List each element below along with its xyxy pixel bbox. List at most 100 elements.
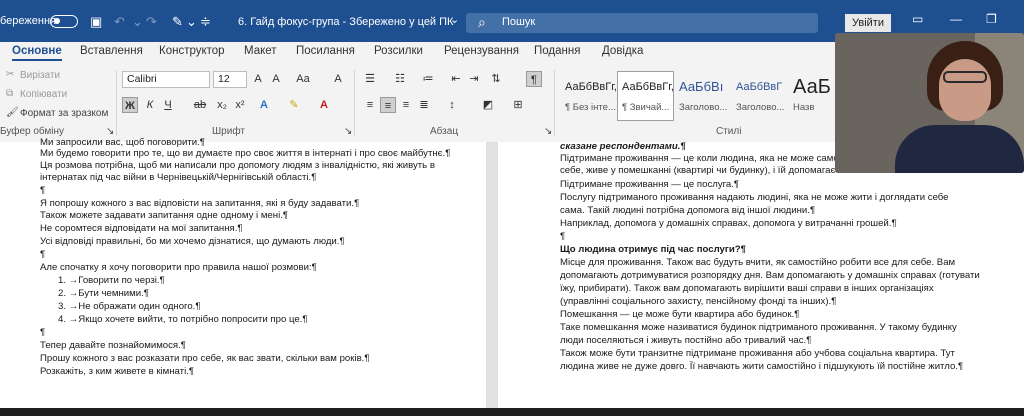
doc-line: сказане респондентами.¶ xyxy=(560,141,686,152)
shrink-font-icon[interactable]: A xyxy=(268,71,284,87)
bottom-strip xyxy=(0,408,1024,416)
style-heading-2[interactable]: АаБбВвГ Заголово... xyxy=(731,71,788,121)
sort-icon[interactable]: ⇅ xyxy=(488,71,504,87)
increase-indent-icon[interactable]: ⇥ xyxy=(466,71,482,87)
paragraph-group-label: Абзац xyxy=(430,126,459,137)
doc-line: Також можете задавати запитання одне одн… xyxy=(40,210,289,221)
decrease-indent-icon[interactable]: ⇤ xyxy=(448,71,464,87)
undo-dropdown-icon[interactable]: ⌄ xyxy=(132,14,143,30)
tab-review[interactable]: Рецензування xyxy=(444,45,519,57)
justify-icon[interactable]: ≣ xyxy=(416,97,432,113)
divider xyxy=(354,70,355,136)
font-family-select[interactable]: Calibri xyxy=(122,71,210,88)
doc-line: Не соромтеся відповідати на мої запитанн… xyxy=(40,223,243,234)
styles-group-label: Стилі xyxy=(716,126,742,137)
style-no-spacing[interactable]: АаБбВвГг, ¶ Без інте... xyxy=(560,71,617,121)
doc-line: Ця розмова потрібна, щоб ми написали про… xyxy=(40,160,435,171)
subscript-button[interactable]: x₂ xyxy=(214,97,230,113)
ribbon-display-icon[interactable]: ▭ xyxy=(912,12,923,26)
clear-formatting-icon[interactable]: A xyxy=(330,71,346,87)
tab-help[interactable]: Довідка xyxy=(602,45,643,57)
font-launcher-icon[interactable]: ↘ xyxy=(344,126,352,137)
sign-in-button[interactable]: Увійти xyxy=(845,14,891,32)
tab-mailings[interactable]: Розсилки xyxy=(374,45,423,57)
tab-view[interactable]: Подання xyxy=(534,45,580,57)
list-item: 1. →Говорити по черзі.¶ xyxy=(58,275,165,286)
clipboard-launcher-icon[interactable]: ↘ xyxy=(106,126,114,137)
show-marks-button[interactable]: ¶ xyxy=(526,71,542,87)
style-heading-1[interactable]: АаБбВı Заголово... xyxy=(674,71,731,121)
highlight-color-icon[interactable]: ✎ xyxy=(286,97,302,113)
doc-line: Наприклад, допомога у домашніх справах, … xyxy=(560,218,897,229)
autosave-toggle[interactable] xyxy=(50,15,78,28)
tab-references[interactable]: Посилання xyxy=(296,45,355,57)
shading-icon[interactable]: ◩ xyxy=(480,97,496,113)
minimize-icon[interactable]: — xyxy=(950,12,962,26)
cut-icon: ✂ xyxy=(6,69,15,80)
divider xyxy=(116,70,117,136)
format-painter-button[interactable]: Формат за зразком xyxy=(20,108,108,119)
grow-font-icon[interactable]: A xyxy=(250,71,266,87)
style-name: Назв xyxy=(793,102,815,113)
underline-button[interactable]: Ч xyxy=(160,97,176,113)
redo-icon[interactable]: ↷ xyxy=(146,14,157,30)
change-case-icon[interactable]: Aa xyxy=(292,71,314,87)
undo-icon[interactable]: ↶ xyxy=(114,14,125,30)
doc-line: Розкажіть, з ким живете в кімнаті.¶ xyxy=(40,366,195,377)
doc-line: сама. Такій людині потрібна допомога від… xyxy=(560,205,816,216)
cut-button[interactable]: Вирізати xyxy=(20,70,60,81)
style-title[interactable]: АаБ Назв xyxy=(788,71,836,121)
align-left-icon[interactable]: ≡ xyxy=(362,97,378,113)
doc-line: їжу, прибирати). Також вам допомагають в… xyxy=(560,283,934,294)
paragraph-launcher-icon[interactable]: ↘ xyxy=(544,126,552,137)
line-spacing-icon[interactable]: ↕ xyxy=(444,97,460,113)
bullets-icon[interactable]: ☰ xyxy=(362,71,378,87)
restore-icon[interactable]: ❐ xyxy=(986,12,997,26)
doc-line: Таке помешкання може називатися будинок … xyxy=(560,322,957,333)
doc-line: себе, живе у помешканні (квартирі чи буд… xyxy=(560,165,836,176)
multilevel-list-icon[interactable]: ≔ xyxy=(420,71,436,87)
format-painter-icon: 🖌 xyxy=(6,107,19,118)
webcam-overlay xyxy=(835,33,1024,173)
tab-layout[interactable]: Макет xyxy=(244,45,277,57)
doc-line: Усі відповіді правильні, бо ми хочемо ді… xyxy=(40,236,345,247)
align-right-icon[interactable]: ≡ xyxy=(398,97,414,113)
search-box[interactable]: ⌕ Пошук xyxy=(466,13,818,33)
align-center-icon[interactable]: ≡ xyxy=(380,97,396,113)
text-effects-icon[interactable]: A xyxy=(256,97,272,113)
style-sample: АаБ xyxy=(793,76,831,98)
style-normal[interactable]: АаБбВвГг, ¶ Звичай... xyxy=(617,71,674,121)
doc-line: Місце для проживання. Також вас будуть в… xyxy=(560,257,956,268)
doc-line: Також може бути транзитне підтримане про… xyxy=(560,348,955,359)
style-sample: АаБбВвГ xyxy=(736,81,783,93)
save-icon[interactable]: ▣ xyxy=(90,14,102,30)
borders-icon[interactable]: ⊞ xyxy=(510,97,526,113)
highlighter-icon[interactable]: ✎ xyxy=(172,14,183,30)
italic-button[interactable]: К xyxy=(142,97,158,113)
tab-home[interactable]: Основне xyxy=(12,45,62,61)
doc-line: Але спочатку я хочу поговорити про прави… xyxy=(40,262,317,273)
doc-line: (управлінні соціального захисту, пенсійн… xyxy=(560,296,837,307)
font-size-select[interactable]: 12 xyxy=(213,71,247,88)
document-page-right[interactable]: сказане респондентами.¶ Підтримане прожи… xyxy=(498,141,1024,408)
doc-line: ¶ xyxy=(40,185,46,196)
copy-button[interactable]: Копіювати xyxy=(20,89,67,100)
clipboard-group-label: Буфер обміну xyxy=(0,126,65,137)
webcam-person-glasses xyxy=(943,71,987,83)
highlighter-dropdown-icon[interactable]: ⌄ xyxy=(186,14,197,30)
font-color-icon[interactable]: A xyxy=(316,97,332,113)
superscript-button[interactable]: x² xyxy=(232,97,248,113)
list-item: 4. →Якщо хочете вийти, то потрібно попро… xyxy=(58,314,308,325)
document-page-left[interactable]: Ми запросили вас, щоб поговорити.¶ Ми бу… xyxy=(0,137,486,408)
doc-line: Ми будемо говорити про те, що ви думаєте… xyxy=(40,148,451,159)
page-divider xyxy=(486,142,498,408)
customize-toolbar-icon[interactable]: ≑ xyxy=(200,14,211,30)
doc-line: Послугу підтриманого проживання надають … xyxy=(560,192,949,203)
bold-button[interactable]: Ж xyxy=(122,97,138,113)
tab-design[interactable]: Конструктор xyxy=(159,45,225,57)
title-chevron-icon[interactable]: ⌄ xyxy=(450,13,459,26)
numbering-icon[interactable]: ☷ xyxy=(392,71,408,87)
tab-insert[interactable]: Вставлення xyxy=(80,45,143,57)
doc-line: допомагають дотримуватися розпорядку дня… xyxy=(560,270,980,281)
strikethrough-button[interactable]: ab xyxy=(192,97,208,113)
